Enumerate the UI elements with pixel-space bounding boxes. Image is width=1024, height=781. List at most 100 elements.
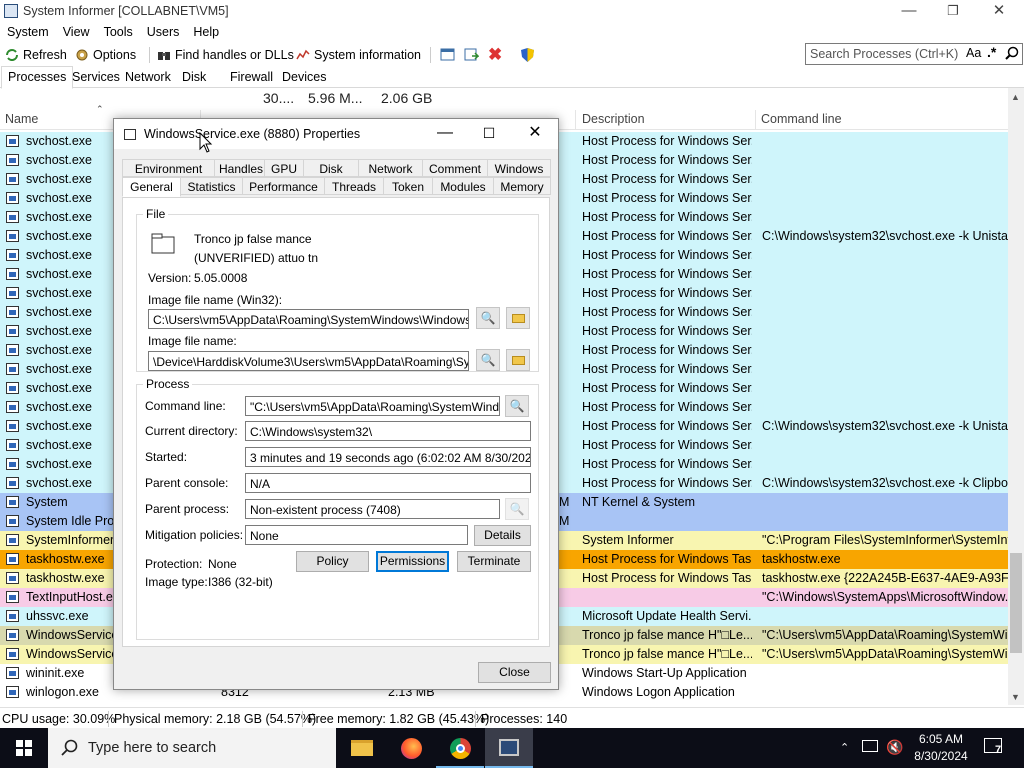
taskbar-system-informer[interactable] [485, 728, 533, 768]
menu-tools[interactable]: Tools [97, 24, 140, 39]
refresh-button[interactable]: Refresh [5, 46, 67, 64]
current-directory-field[interactable]: C:\Windows\system32\ [245, 421, 531, 441]
show-hidden-icons[interactable]: ⌃ [840, 741, 849, 781]
scrollbar-thumb[interactable] [1010, 553, 1022, 653]
tab-windows[interactable]: Windows [487, 159, 551, 177]
inspect-parent-button[interactable]: 🔍 [505, 498, 529, 520]
process-name: svchost.exe [26, 476, 93, 490]
tab-devices[interactable]: Devices [276, 68, 332, 88]
scroll-up-icon[interactable]: ▲ [1011, 92, 1020, 102]
process-list-scrollbar[interactable]: ▲ ▼ [1008, 88, 1024, 705]
chart-icon [296, 49, 310, 60]
restore-button[interactable]: ❐ [930, 0, 976, 24]
tab-disk[interactable]: Disk [176, 68, 212, 88]
tab-comment[interactable]: Comment [422, 159, 488, 177]
find-handles-button[interactable]: Find handles or DLLs [157, 46, 294, 64]
inspect-command-line-button[interactable]: 🔍 [505, 395, 529, 417]
terminate-button[interactable]: Terminate [457, 551, 531, 572]
inspect-image-win32-button[interactable]: 🔍 [476, 307, 500, 329]
command-line-field[interactable]: "C:\Users\vm5\AppData\Roaming\SystemWind… [245, 396, 500, 416]
tab-token[interactable]: Token [383, 177, 433, 195]
system-information-button[interactable]: System information [296, 46, 421, 64]
regex-toggle[interactable]: .* [987, 44, 996, 60]
menu-help[interactable]: Help [186, 24, 226, 39]
window-arrow-icon[interactable] [464, 48, 479, 62]
col-description[interactable]: Description [582, 112, 645, 126]
tab-network[interactable]: Network [358, 159, 423, 177]
start-button[interactable] [0, 728, 48, 768]
protection-label: Protection: [145, 557, 203, 571]
process-description: Tronco jp false mance H"□Le... [582, 628, 752, 642]
process-name: svchost.exe [26, 305, 93, 319]
tab-processes[interactable]: Processes [1, 66, 74, 89]
taskbar-chrome[interactable] [436, 728, 484, 768]
tab-modules[interactable]: Modules [432, 177, 494, 195]
mitigation-policies-field[interactable]: None [245, 525, 468, 545]
status-separator [108, 711, 109, 727]
tab-general[interactable]: General [122, 177, 181, 197]
details-button[interactable]: Details [474, 525, 531, 546]
column-divider [575, 110, 576, 130]
tab-network[interactable]: Network [119, 68, 177, 88]
volume-muted-icon[interactable]: 🔇 [886, 739, 903, 779]
tab-threads[interactable]: Threads [324, 177, 384, 195]
inspect-image-button[interactable]: 🔍 [476, 349, 500, 371]
process-description: Windows Logon Application [582, 685, 735, 699]
tab-gpu[interactable]: GPU [264, 159, 304, 177]
taskbar-file-explorer[interactable] [338, 728, 386, 768]
image-field[interactable]: \Device\HarddiskVolume3\Users\vm5\AppDat… [148, 351, 469, 371]
status-separator [475, 711, 476, 727]
taskbar: Type here to search ⌃ 🔇 6:05 AM 8/30/202… [0, 728, 1024, 768]
menu-view[interactable]: View [56, 24, 97, 39]
case-sensitive-toggle[interactable]: Aa [966, 46, 981, 60]
status-process-count: Processes: 140 [481, 712, 568, 726]
file-group: File Tronco jp false mance (UNVERIFIED) … [136, 207, 539, 372]
close-dialog-button[interactable]: Close [478, 662, 551, 683]
col-command-line[interactable]: Command line [761, 112, 842, 126]
scroll-down-icon[interactable]: ▼ [1011, 692, 1020, 702]
search-icon [61, 739, 78, 756]
search-placeholder: Search Processes (Ctrl+K) [810, 47, 959, 61]
menu-system[interactable]: System [0, 24, 56, 39]
tab-performance[interactable]: Performance [242, 177, 325, 195]
search-icon[interactable] [1005, 46, 1019, 60]
tab-handles[interactable]: Handles [214, 159, 265, 177]
col-name[interactable]: Name [5, 112, 38, 126]
policy-button[interactable]: Policy [296, 551, 369, 572]
tab-environment[interactable]: Environment [122, 159, 215, 177]
clock[interactable]: 6:05 AM 8/30/2024 [908, 732, 974, 772]
parent-process-field[interactable]: Non-existent process (7408) [245, 499, 500, 519]
parent-process-label: Parent process: [145, 502, 230, 516]
minimize-button[interactable]: — [886, 0, 932, 24]
window-icon[interactable] [440, 48, 455, 62]
process-name: TextInputHost.exe [26, 590, 127, 604]
parent-console-field[interactable]: N/A [245, 473, 531, 493]
dialog-minimize-button[interactable]: — [422, 119, 468, 149]
terminate-icon[interactable]: ✖ [488, 45, 502, 65]
dialog-maximize-button[interactable]: ☐ [466, 119, 512, 149]
tab-firewall[interactable]: Firewall [224, 68, 279, 88]
shield-icon[interactable] [520, 47, 535, 63]
tab-services[interactable]: Services [66, 68, 126, 88]
process-icon [6, 230, 19, 242]
tab-disk[interactable]: Disk [303, 159, 359, 177]
dialog-close-button[interactable]: ✕ [512, 119, 558, 149]
chrome-icon-center [456, 744, 465, 753]
options-button[interactable]: Options [75, 46, 136, 64]
process-icon [6, 648, 19, 660]
open-image-folder-button[interactable] [506, 349, 530, 371]
firefox-icon [401, 738, 422, 759]
process-description: Host Process for Windows Ser... [582, 267, 752, 281]
tab-memory[interactable]: Memory [493, 177, 551, 195]
close-button[interactable]: ✕ [976, 0, 1022, 24]
tab-statistics[interactable]: Statistics [180, 177, 243, 195]
started-field[interactable]: 3 minutes and 19 seconds ago (6:02:02 AM… [245, 447, 531, 467]
process-icon [6, 401, 19, 413]
open-image-win32-folder-button[interactable] [506, 307, 530, 329]
search-processes-input[interactable]: Search Processes (Ctrl+K) Aa .* [805, 43, 1023, 65]
taskbar-firefox[interactable] [387, 728, 435, 768]
menu-users[interactable]: Users [140, 24, 187, 39]
permissions-button[interactable]: Permissions [376, 551, 449, 572]
image-win32-field[interactable]: C:\Users\vm5\AppData\Roaming\SystemWindo… [148, 309, 469, 329]
taskbar-search-box[interactable]: Type here to search [48, 728, 336, 768]
